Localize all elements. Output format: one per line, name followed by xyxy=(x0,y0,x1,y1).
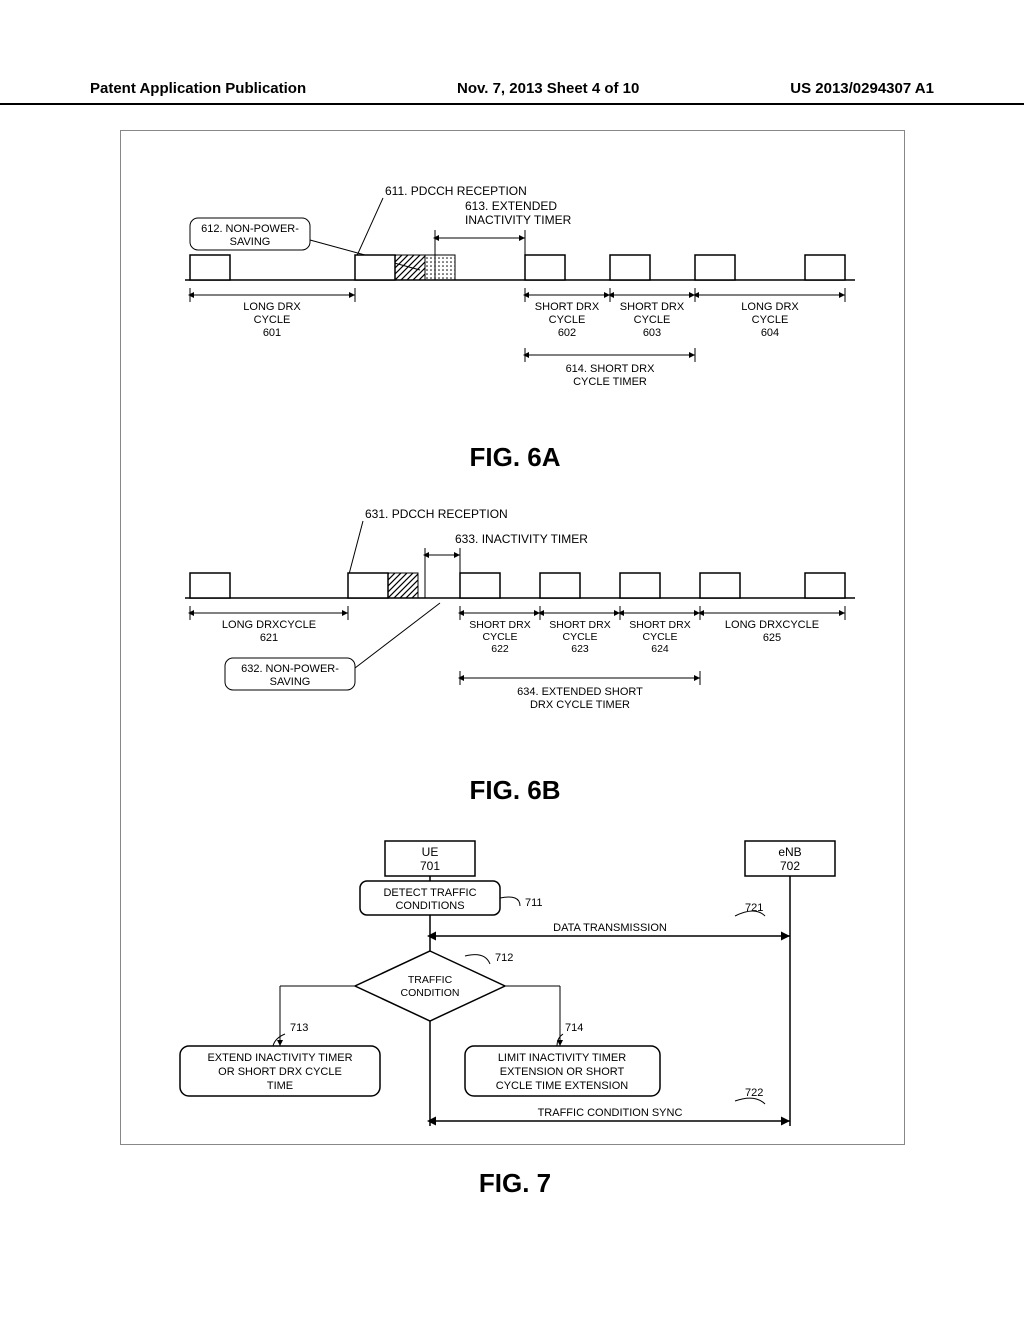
cycle-625-l1: LONG DRXCYCLE xyxy=(725,619,819,631)
label-611: 611. PDCCH RECEPTION xyxy=(385,184,527,198)
cycle-622-l3: 622 xyxy=(491,643,509,655)
fig7-diagram: UE 701 eNB 702 DETECT TRAFFIC CONDITIONS… xyxy=(165,836,865,1156)
cycle-624-l1: SHORT DRX xyxy=(629,619,690,631)
header-right: US 2013/0294307 A1 xyxy=(790,80,934,97)
label-632-l1: 632. NON-POWER- xyxy=(241,663,339,675)
cycle-602-l2: CYCLE xyxy=(549,314,586,326)
cycle-624-l3: 624 xyxy=(651,643,669,655)
cycle-604-l3: 604 xyxy=(761,327,779,339)
ue-l2: 701 xyxy=(420,859,440,873)
cycle-602-l3: 602 xyxy=(558,327,576,339)
label-612-l2: SAVING xyxy=(230,236,271,248)
label-631: 631. PDCCH RECEPTION xyxy=(365,507,508,521)
header-left: Patent Application Publication xyxy=(90,80,306,97)
label-634-l1: 634. EXTENDED SHORT xyxy=(517,686,643,698)
step-713-l3: TIME xyxy=(267,1080,293,1092)
ref-722: 722 xyxy=(745,1087,763,1099)
label-632-l2: SAVING xyxy=(270,676,311,688)
ref-712: 712 xyxy=(495,952,513,964)
step-714-l1: LIMIT INACTIVITY TIMER xyxy=(498,1052,626,1064)
cycle-604-l1: LONG DRX xyxy=(741,301,799,313)
label-633: 633. INACTIVITY TIMER xyxy=(455,532,588,546)
cycle-601-l1: LONG DRX xyxy=(243,301,301,313)
cycle-623-l1: SHORT DRX xyxy=(549,619,610,631)
page-header: Patent Application Publication Nov. 7, 2… xyxy=(0,80,1024,105)
step-713-l1: EXTEND INACTIVITY TIMER xyxy=(207,1052,352,1064)
step-711-l1: DETECT TRAFFIC xyxy=(383,887,476,899)
fig6b-diagram: 631. PDCCH RECEPTION 633. INACTIVITY TIM… xyxy=(165,503,865,763)
dec-712-l1: TRAFFIC xyxy=(408,974,453,986)
cycle-623-l2: CYCLE xyxy=(562,631,597,643)
cycle-625-l2: 625 xyxy=(763,632,781,644)
ref-713: 713 xyxy=(290,1022,308,1034)
cycle-601-l3: 601 xyxy=(263,327,281,339)
arrow-722: TRAFFIC CONDITION SYNC xyxy=(538,1107,683,1119)
ref-721: 721 xyxy=(745,902,763,914)
label-634-l2: DRX CYCLE TIMER xyxy=(530,699,630,711)
label-614-l2: CYCLE TIMER xyxy=(573,376,647,388)
cycle-621-l2: 621 xyxy=(260,632,278,644)
enb-l2: 702 xyxy=(780,859,800,873)
label-614-l1: 614. SHORT DRX xyxy=(566,363,656,375)
cycle-602-l1: SHORT DRX xyxy=(535,301,600,313)
enb-l1: eNB xyxy=(778,845,801,859)
content-area: 611. PDCCH RECEPTION 613. EXTENDED INACT… xyxy=(150,180,880,1229)
step-711-l2: CONDITIONS xyxy=(395,900,464,912)
cycle-603-l1: SHORT DRX xyxy=(620,301,685,313)
ref-711: 711 xyxy=(525,897,543,909)
step-714-l2: EXTENSION OR SHORT xyxy=(500,1066,625,1078)
label-612-l1: 612. NON-POWER- xyxy=(201,223,299,235)
cycle-624-l2: CYCLE xyxy=(642,631,677,643)
step-713-l2: OR SHORT DRX CYCLE xyxy=(218,1066,342,1078)
cycle-623-l3: 623 xyxy=(571,643,589,655)
cycle-621-l1: LONG DRXCYCLE xyxy=(222,619,316,631)
fig6a-title: FIG. 6A xyxy=(150,442,880,473)
ref-714: 714 xyxy=(565,1022,583,1034)
cycle-603-l2: CYCLE xyxy=(634,314,671,326)
cycle-601-l2: CYCLE xyxy=(254,314,291,326)
dec-712-l2: CONDITION xyxy=(401,987,460,999)
ue-l1: UE xyxy=(422,845,439,859)
fig7-title: FIG. 7 xyxy=(150,1168,880,1199)
step-714-l3: CYCLE TIME EXTENSION xyxy=(496,1080,628,1092)
fig6a-diagram: 611. PDCCH RECEPTION 613. EXTENDED INACT… xyxy=(165,180,865,430)
cycle-622-l1: SHORT DRX xyxy=(469,619,530,631)
cycle-603-l3: 603 xyxy=(643,327,661,339)
cycle-622-l2: CYCLE xyxy=(482,631,517,643)
fig6b-title: FIG. 6B xyxy=(150,775,880,806)
header-center: Nov. 7, 2013 Sheet 4 of 10 xyxy=(457,80,639,97)
arrow-721: DATA TRANSMISSION xyxy=(553,922,667,934)
cycle-604-l2: CYCLE xyxy=(752,314,789,326)
label-613-l1: 613. EXTENDED xyxy=(465,199,557,213)
label-613-l2: INACTIVITY TIMER xyxy=(465,213,572,227)
